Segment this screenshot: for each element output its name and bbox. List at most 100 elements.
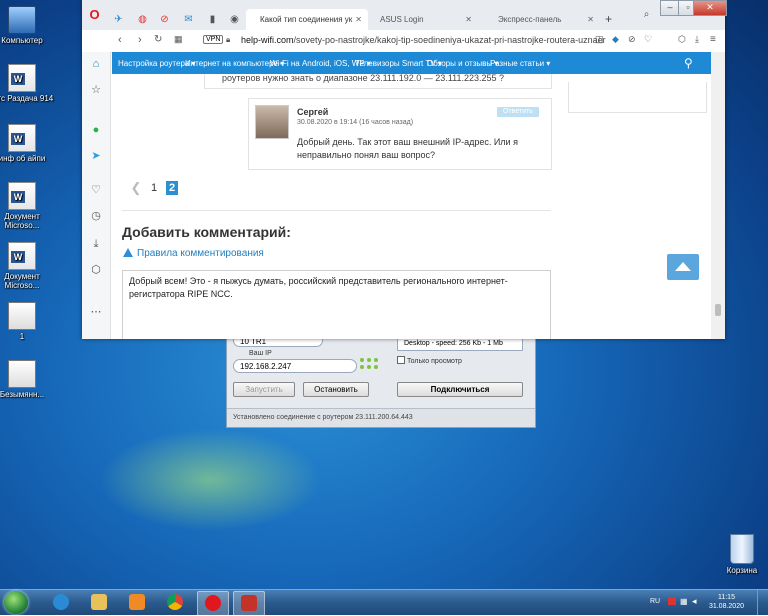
connect-button[interactable]: Подключиться xyxy=(397,382,523,397)
page-1[interactable]: 1 xyxy=(148,181,160,195)
taskbar-opera[interactable] xyxy=(197,591,229,616)
speed-select[interactable]: Desktop - speed: 256 Kb - 1 Mb xyxy=(397,337,523,351)
only-view-checkbox[interactable]: Только просмотр xyxy=(397,356,462,365)
chrome-icon xyxy=(167,594,183,610)
language-indicator[interactable]: RU xyxy=(650,598,660,605)
forward-icon[interactable]: › xyxy=(138,34,142,46)
image-file-icon xyxy=(8,302,36,330)
opera-menu-icon[interactable]: O xyxy=(88,8,101,21)
snapshot-icon[interactable]: ⬡ xyxy=(678,34,686,45)
desktop-icon-recycle-bin[interactable]: Корзина xyxy=(707,534,768,575)
taskbar-ie[interactable] xyxy=(46,591,76,614)
home-icon[interactable]: ⌂ xyxy=(88,56,104,72)
indicator-dots xyxy=(360,358,378,376)
system-tray: RU ▦ ◂ 11:15 31.08.2020 xyxy=(646,590,768,615)
desktop-icon-label: Корзина xyxy=(726,566,758,575)
nav-item-articles[interactable]: Разные статьи ▾ xyxy=(490,59,550,68)
camera-icon[interactable]: ◫ xyxy=(595,34,604,45)
speed-dial-grid-icon[interactable]: ▦ xyxy=(174,34,183,45)
tab-bar: O ✈ ◍ ⊘ ✉ ▮ ◉ Какой тип соединения ук ✕ … xyxy=(82,0,727,30)
speed-dial-icon[interactable]: ✈ xyxy=(112,13,125,26)
comment-textarea[interactable]: Добрый всем! Это - я пыжусь думать, росс… xyxy=(122,270,551,339)
menu-icon[interactable]: ≡ xyxy=(710,34,716,45)
shield-icon[interactable]: ◆ xyxy=(612,34,619,45)
taskbar-chrome[interactable] xyxy=(160,591,190,614)
recycle-bin-icon xyxy=(730,534,754,564)
tray-app-icon[interactable] xyxy=(668,597,676,605)
desktop-icon-ip-info[interactable]: инф об айпи xyxy=(0,124,57,163)
url-field[interactable]: help-wifi.com/sovety-po-nastrojke/kakoj-… xyxy=(241,35,606,45)
mail-icon[interactable]: ✉ xyxy=(182,13,195,26)
wifi-icon[interactable]: ◉ xyxy=(228,13,241,26)
adblock-icon[interactable]: ⊘ xyxy=(628,34,636,45)
network-icon[interactable]: ▦ xyxy=(680,597,688,606)
desktop-icon-doc2[interactable]: Документ Microso... xyxy=(0,242,57,290)
desktop-icon-label: Компьютер xyxy=(1,36,43,45)
browser-window: O ✈ ◍ ⊘ ✉ ▮ ◉ Какой тип соединения ук ✕ … xyxy=(82,0,727,339)
rules-link[interactable]: Правила комментирования xyxy=(137,248,264,259)
reply-button[interactable]: Ответить xyxy=(497,107,539,117)
tab-speed-dial[interactable]: Экспресс-панель ✕ xyxy=(482,9,600,30)
close-tab-icon[interactable]: ✕ xyxy=(587,9,594,30)
pinned-tab-icon[interactable]: ⊘ xyxy=(158,13,171,26)
close-window-button[interactable]: ✕ xyxy=(693,0,727,16)
desktop-icon-label: Мтс Раздача 914 xyxy=(0,94,54,103)
whatsapp-icon[interactable]: ● xyxy=(88,122,104,138)
tab-label: Экспресс-панель xyxy=(498,15,562,24)
more-icon[interactable]: ⋯ xyxy=(88,304,104,320)
close-tab-icon[interactable]: ✕ xyxy=(355,9,362,30)
scroll-to-top-button[interactable] xyxy=(667,254,699,280)
signal-icon[interactable]: ▮ xyxy=(206,13,219,26)
scrollbar-thumb[interactable] xyxy=(715,304,721,316)
telegram-icon[interactable]: ➤ xyxy=(88,148,104,164)
desktop-icon-mts[interactable]: Мтс Раздача 914 xyxy=(0,64,57,103)
rules-link-row[interactable]: Правила комментирования xyxy=(123,248,264,259)
lock-icon[interactable]: 🔒︎ xyxy=(226,35,230,45)
reload-icon[interactable]: ↻ xyxy=(154,34,162,45)
new-tab-button[interactable]: + xyxy=(602,13,615,26)
search-tabs-icon[interactable]: ⌕ xyxy=(640,8,653,21)
prev-page-icon[interactable]: ❮ xyxy=(130,181,142,195)
volume-icon[interactable]: ◂ xyxy=(692,596,697,607)
minimize-button[interactable]: – xyxy=(660,0,680,16)
comment-author: Сергей xyxy=(297,107,329,117)
tab-label: Какой тип соединения ук xyxy=(260,15,353,24)
taskbar-media[interactable] xyxy=(122,591,152,614)
heart-icon[interactable]: ♡ xyxy=(88,182,104,198)
extensions-icon[interactable]: ⬡ xyxy=(88,262,104,278)
tab-active[interactable]: Какой тип соединения ук ✕ xyxy=(246,9,368,30)
taskbar-explorer[interactable] xyxy=(84,591,114,614)
close-tab-icon[interactable]: ✕ xyxy=(465,9,472,30)
history-icon[interactable]: ◷ xyxy=(88,208,104,224)
download-icon[interactable]: ⤓ xyxy=(695,34,699,45)
start-button[interactable] xyxy=(4,591,28,614)
nav-item-router[interactable]: Настройка роутера ▾ xyxy=(118,59,196,68)
desktop-icon-label: инф об айпи xyxy=(0,154,46,163)
clock[interactable]: 11:15 31.08.2020 xyxy=(709,593,744,611)
page-2[interactable]: 2 xyxy=(166,181,178,195)
search-icon[interactable]: ⚲ xyxy=(684,56,693,70)
nav-item-reviews[interactable]: Обзоры и отзывы ▾ xyxy=(427,59,498,68)
desktop-icon-doc1[interactable]: Документ Microso... xyxy=(0,182,57,230)
heart-icon[interactable]: ♡ xyxy=(644,34,652,45)
desktop-icon-untitled[interactable]: Безымянн... xyxy=(0,360,57,399)
downloads-icon[interactable]: ⤓ xyxy=(88,236,104,252)
back-icon[interactable]: ‹ xyxy=(118,34,122,46)
image-file-icon xyxy=(8,360,36,388)
pinned-tab-icon[interactable]: ◍ xyxy=(136,13,149,26)
checkbox-box[interactable] xyxy=(397,356,405,364)
media-player-icon xyxy=(129,594,145,610)
vpn-badge[interactable]: VPN xyxy=(203,35,224,44)
tab-asus-login[interactable]: ASUS Login ✕ xyxy=(372,9,478,30)
star-icon[interactable]: ☆ xyxy=(88,82,104,98)
your-ip-field[interactable]: 192.168.2.247 xyxy=(233,359,357,373)
taskbar-app[interactable] xyxy=(233,591,265,616)
desktop-icon-label: Документ Microso... xyxy=(4,272,40,290)
comment-text: Добрый день. Так этот ваш внешний IP-адр… xyxy=(297,137,518,160)
page-scrollbar[interactable] xyxy=(711,52,725,339)
desktop-icon-computer[interactable]: Компьютер xyxy=(0,6,57,45)
show-desktop-button[interactable] xyxy=(757,590,768,615)
run-button[interactable]: Запустить xyxy=(233,382,295,397)
desktop-icon-1[interactable]: 1 xyxy=(0,302,57,341)
stop-button[interactable]: Остановить xyxy=(303,382,369,397)
